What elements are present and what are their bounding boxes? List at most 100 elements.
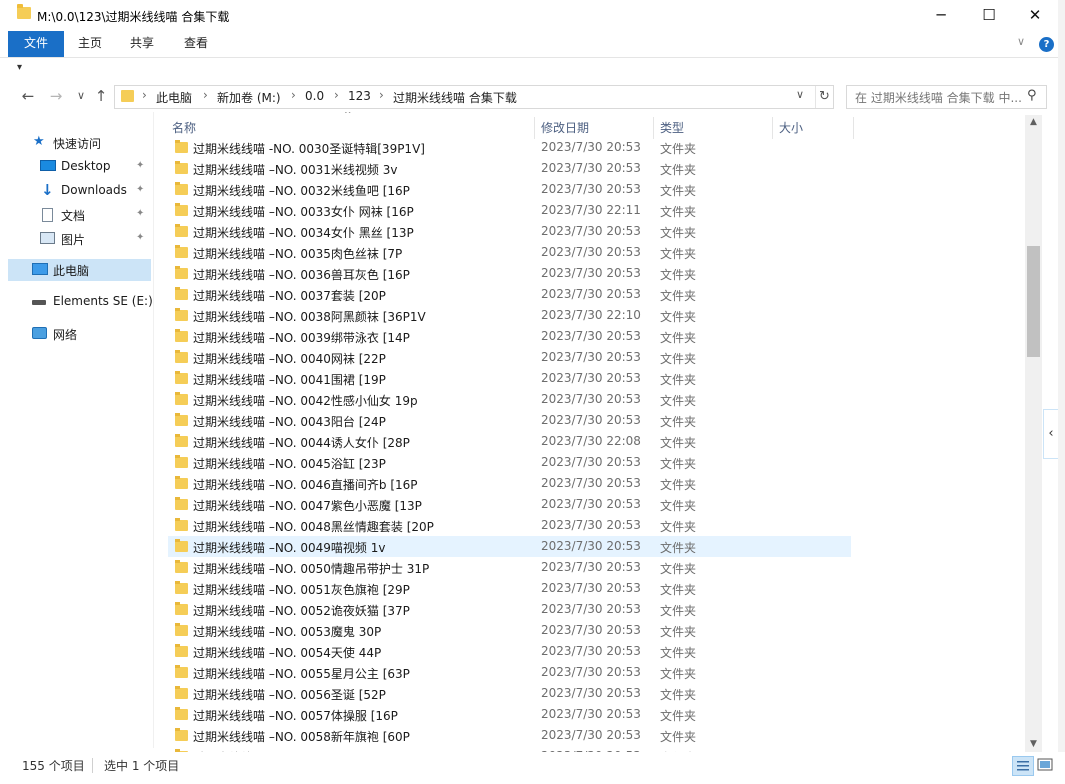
pin-icon: ✦ — [136, 184, 145, 195]
item-count: 155 个项目 — [22, 759, 85, 773]
address-bar[interactable]: › 此电脑 › 新加卷 (M:) › 0.0 › 123 › 过期米线线喵 合集… — [114, 85, 834, 109]
tab-file[interactable]: 文件 — [8, 31, 64, 57]
breadcrumb-folder-0-0[interactable]: 0.0 — [305, 89, 324, 103]
file-name: 过期米线线喵 –NO. 0056圣诞 [52P — [193, 688, 386, 702]
scroll-down-icon[interactable]: ▼ — [1025, 737, 1042, 752]
nav-item-downloads[interactable]: ↓ Downloads ✦ — [8, 180, 151, 202]
nav-item-quick-access[interactable]: ★ 快速访问 — [8, 132, 151, 154]
tab-home[interactable]: 主页 — [70, 31, 110, 57]
scroll-up-icon[interactable]: ▲ — [1025, 115, 1042, 130]
file-date: 2023/7/30 20:53 — [541, 497, 641, 511]
file-date: 2023/7/30 20:53 — [541, 392, 641, 406]
pane-divider[interactable] — [153, 112, 154, 748]
file-name: 过期米线线喵 –NO. 0048黑丝情趣套装 [20P — [193, 520, 434, 534]
details-view-glyph — [1017, 761, 1029, 771]
close-button[interactable]: ✕ — [1012, 0, 1058, 31]
breadcrumb-this-pc[interactable]: 此电脑 — [156, 89, 192, 106]
breadcrumb-volume[interactable]: 新加卷 (M:) — [217, 89, 281, 106]
up-button[interactable]: ↑ — [90, 82, 112, 110]
nav-item-network[interactable]: 网络 — [8, 323, 151, 345]
table-row[interactable]: 过期米线线喵 –NO. 0049喵视频 1v 2023/7/30 20:53 文件夹 — [168, 536, 851, 557]
nav-item-label: 快速访问 — [53, 137, 102, 151]
tab-share[interactable]: 共享 — [122, 31, 162, 57]
table-row[interactable]: 过期米线线喵 –NO. 0053魔鬼 30P 2023/7/30 20:53 文件夹 — [168, 620, 851, 641]
column-name[interactable]: 名称 — [166, 117, 535, 139]
column-size[interactable]: 大小 — [773, 117, 854, 139]
table-row[interactable]: 过期米线线喵 –NO. 0047紫色小恶魔 [13P 2023/7/30 20:5… — [168, 494, 851, 515]
breadcrumb-folder-123[interactable]: 123 — [348, 89, 371, 103]
breadcrumb-separator[interactable]: › — [203, 88, 208, 102]
breadcrumb-separator[interactable]: › — [334, 88, 339, 102]
pictures-icon — [40, 232, 55, 244]
table-row[interactable]: 过期米线线喵 –NO. 0057体操服 [16P 2023/7/30 20:53 文… — [168, 704, 851, 725]
table-row[interactable]: 过期米线线喵 –NO. 0038阿黑颜袜 [36P1V 2023/7/30 22:… — [168, 305, 851, 326]
file-name: 过期米线线喵 –NO. 0033女仆 网袜 [16P — [193, 205, 414, 219]
table-row[interactable]: 过期米线线喵 –NO. 0033女仆 网袜 [16P 2023/7/30 22:1… — [168, 200, 851, 221]
table-row[interactable]: 过期米线线喵 –NO. 0037套装 [20P 2023/7/30 20:53 文件… — [168, 284, 851, 305]
table-row[interactable]: 过期米线线喵 –NO. 0039绑带泳衣 [14P 2023/7/30 20:53… — [168, 326, 851, 347]
file-date: 2023/7/30 20:53 — [541, 707, 641, 721]
file-date: 2023/7/30 20:53 — [541, 182, 641, 196]
table-row[interactable]: 过期米线线喵 –NO. 0032米线鱼吧 [16P 2023/7/30 20:53… — [168, 179, 851, 200]
scrollbar-thumb[interactable] — [1027, 246, 1040, 357]
maximize-button[interactable]: ☐ — [966, 0, 1012, 31]
nav-item-documents[interactable]: 文档 ✦ — [8, 204, 151, 226]
column-header: 名称 ^ 修改日期 类型 大小 — [156, 112, 1025, 139]
vertical-scrollbar[interactable]: ▲ ▼ — [1025, 115, 1042, 752]
search-box[interactable]: 在 过期米线线喵 合集下载 中... ⚲ — [846, 85, 1047, 109]
back-button[interactable]: ← — [17, 82, 39, 110]
table-row[interactable]: 过期米线线喵 –NO. 0044诱人女仆 [28P 2023/7/30 22:08… — [168, 431, 851, 452]
column-type[interactable]: 类型 — [654, 117, 773, 139]
table-row[interactable]: 过期米线线喵 –NO. 0041围裙 [19P 2023/7/30 20:53 文件… — [168, 368, 851, 389]
table-row[interactable]: 过期米线线喵 –NO. 0045浴缸 [23P 2023/7/30 20:53 文件… — [168, 452, 851, 473]
table-row[interactable]: 过期米线线喵 -NO. 0030圣诞特辑[39P1V] 2023/7/30 20:… — [168, 137, 851, 158]
minimize-button[interactable]: ─ — [918, 0, 964, 31]
large-icons-view-icon[interactable] — [1035, 756, 1055, 774]
table-row[interactable]: 过期米线线喵 –NO. 0042性感小仙女 19p 2023/7/30 20:53… — [168, 389, 851, 410]
recent-locations-button[interactable]: ∨ — [70, 82, 92, 110]
table-row[interactable]: 过期米线线喵 –NO. 0043阳台 [24P 2023/7/30 20:53 文件… — [168, 410, 851, 431]
folder-icon — [175, 476, 188, 489]
table-row[interactable]: 过期米线线喵 –NO. 0040网袜 [22P 2023/7/30 20:53 文件… — [168, 347, 851, 368]
tab-view[interactable]: 查看 — [176, 31, 216, 57]
nav-item-this-pc[interactable]: 此电脑 — [8, 259, 151, 281]
table-row[interactable]: 过期米线线喵 –NO. 0034女仆 黑丝 [13P 2023/7/30 20:5… — [168, 221, 851, 242]
table-row[interactable]: 过期米线线喵 –NO. 0036兽耳灰色 [16P 2023/7/30 20:53… — [168, 263, 851, 284]
table-row[interactable]: 过期米线线喵 –NO. 0046直播间齐b [16P 2023/7/30 20:5… — [168, 473, 851, 494]
breadcrumb-separator[interactable]: › — [142, 88, 147, 102]
breadcrumb-separator[interactable]: › — [379, 88, 384, 102]
table-row[interactable]: 过期米线线喵 –NO. 0031米线视频 3v 2023/7/30 20:53 文件… — [168, 158, 851, 179]
column-date-modified[interactable]: 修改日期 — [535, 117, 654, 139]
nav-item-desktop[interactable]: Desktop ✦ — [8, 156, 151, 178]
refresh-icon[interactable]: ↻ — [815, 86, 833, 108]
table-row[interactable]: 过期米线线喵 –NO. 0055星月公主 [63P 2023/7/30 20:53… — [168, 662, 851, 683]
file-name: 过期米线线喵 -NO. 0030圣诞特辑[39P1V] — [193, 142, 425, 156]
customize-toolbar-icon[interactable]: ▾ — [17, 62, 22, 73]
folder-icon — [175, 623, 188, 636]
table-row[interactable]: 过期米线线喵 –NO. 0056圣诞 [52P 2023/7/30 20:53 文件… — [168, 683, 851, 704]
table-row[interactable]: 过期米线线喵 –NO. 0051灰色旗袍 [29P 2023/7/30 20:53… — [168, 578, 851, 599]
details-view-icon[interactable] — [1012, 756, 1034, 776]
breadcrumb-separator[interactable]: › — [291, 88, 296, 102]
search-icon[interactable]: ⚲ — [1027, 88, 1037, 103]
breadcrumb-current-folder[interactable]: 过期米线线喵 合集下载 — [393, 89, 517, 106]
table-row[interactable]: 过期米线线喵 –NO. 0054天使 44P 2023/7/30 20:53 文件夹 — [168, 641, 851, 662]
preview-pane-toggle[interactable]: ‹ — [1043, 409, 1059, 459]
forward-button[interactable]: → — [45, 82, 67, 110]
nav-item-elements-drive[interactable]: Elements SE (E:) — [8, 291, 153, 313]
table-row[interactable]: 过期米线线喵 –NO. 0050情趣吊带护士 31P 2023/7/30 20:5… — [168, 557, 851, 578]
ribbon-expand-icon[interactable]: ∨ — [1017, 35, 1025, 48]
address-history-dropdown-icon[interactable]: ∨ — [796, 88, 804, 101]
search-input[interactable]: 在 过期米线线喵 合集下载 中... — [855, 89, 1022, 106]
folder-icon — [175, 140, 188, 153]
file-type: 文件夹 — [660, 352, 697, 366]
file-type: 文件夹 — [660, 709, 697, 723]
table-row[interactable]: 过期米线线喵 –NO. 0048黑丝情趣套装 [20P 2023/7/30 20:… — [168, 515, 851, 536]
table-row[interactable]: 过期米线线喵 –NO. 0052诡夜妖猫 [37P 2023/7/30 20:53… — [168, 599, 851, 620]
help-icon[interactable]: ? — [1039, 37, 1054, 52]
table-row[interactable]: 过期米线线喵 –NO. 0035肉色丝袜 [7P 2023/7/30 20:53 文… — [168, 242, 851, 263]
nav-item-label: 图片 — [61, 233, 86, 247]
table-row[interactable]: 过期米线线喵 –NO. 0058新年旗袍 [60P 2023/7/30 20:53… — [168, 725, 851, 746]
network-icon — [32, 327, 47, 339]
nav-item-pictures[interactable]: 图片 ✦ — [8, 228, 151, 250]
